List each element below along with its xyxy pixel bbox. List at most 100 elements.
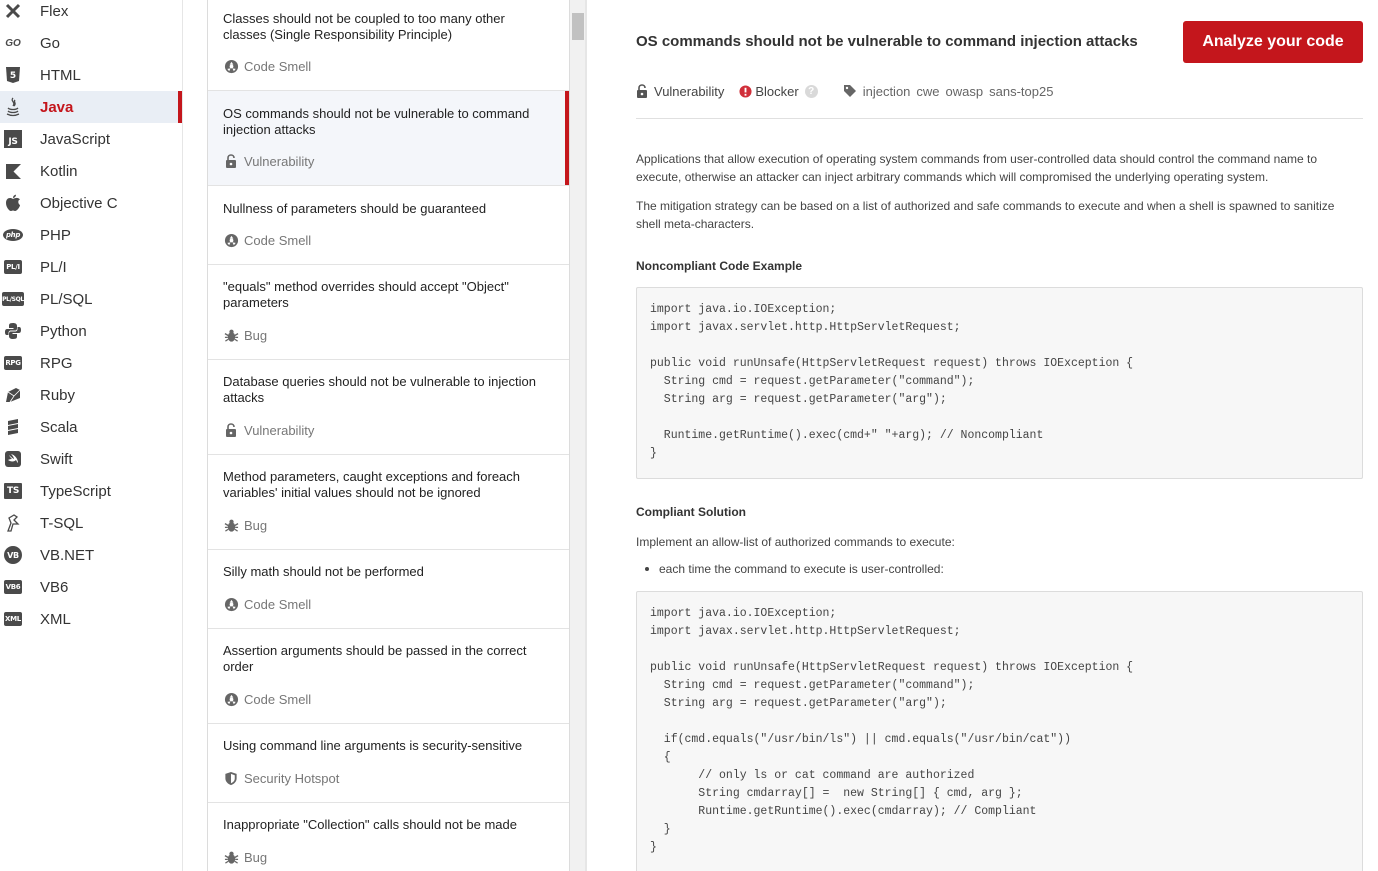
java-icon: [3, 97, 23, 117]
rule-title: Using command line arguments is security…: [223, 738, 523, 753]
javascript-icon: JS: [3, 129, 23, 149]
rule-title: Nullness of parameters should be guarant…: [223, 201, 487, 216]
tsql-icon: [3, 513, 23, 533]
rule-title: "equals" method overrides should accept …: [223, 279, 509, 310]
sidebar-item-php[interactable]: php PHP: [0, 219, 182, 251]
rule-list-scrollbar[interactable]: [570, 0, 586, 871]
rule-type-label: Security Hotspot: [244, 770, 340, 786]
rule-type-chip: Vulnerability: [636, 84, 724, 99]
rule-type-label: Bug: [244, 327, 268, 343]
rule-list-item[interactable]: Using command line arguments is security…: [208, 724, 569, 803]
sidebar-item-label: Swift: [40, 450, 73, 468]
ruby-icon: [3, 385, 23, 405]
sidebar-item-pli[interactable]: PL/I PL/I: [0, 251, 182, 283]
tag-owasp[interactable]: owasp: [946, 84, 984, 99]
tag-icon: [843, 85, 856, 97]
rule-list-item[interactable]: Classes should not be coupled to too man…: [208, 0, 569, 91]
sidebar-item-flex[interactable]: Flex: [0, 0, 182, 27]
rule-type: Bug: [223, 848, 267, 866]
rule-type-label: Vulnerability: [654, 83, 725, 99]
sidebar-item-label: Scala: [40, 418, 78, 436]
sidebar-item-plsql[interactable]: PL/SQL PL/SQL: [0, 283, 182, 315]
vbnet-icon: VB: [3, 545, 23, 565]
scrollbar-thumb[interactable]: [572, 13, 584, 40]
sidebar-item-java[interactable]: Java: [0, 91, 182, 123]
sidebar-item-label: RPG: [40, 354, 73, 372]
rule-list-item[interactable]: Database queries should not be vulnerabl…: [208, 360, 569, 455]
typescript-icon: TS: [3, 481, 23, 501]
bug-icon: [223, 849, 239, 865]
divider: [636, 118, 1363, 119]
sidebar-item-rpg[interactable]: RPG RPG: [0, 347, 182, 379]
rule-type-label: Vulnerability: [244, 153, 315, 169]
sidebar-item-python[interactable]: Python: [0, 315, 182, 347]
severity-chip: Blocker ?: [739, 84, 818, 99]
vb6-icon: VB6: [3, 577, 23, 597]
bug-icon: [223, 327, 239, 343]
sidebar-item-label: XML: [40, 610, 71, 628]
compliant-code-block: import java.io.IOException; import javax…: [636, 591, 1363, 871]
sidebar-item-label: Ruby: [40, 386, 76, 404]
rule-type-label: Vulnerability: [244, 422, 315, 438]
html5-icon: 5: [3, 65, 23, 85]
sidebar-item-typescript[interactable]: TS TypeScript: [0, 475, 182, 507]
analyze-your-code-button[interactable]: Analyze your code: [1183, 21, 1363, 63]
rule-list-item[interactable]: Method parameters, caught exceptions and…: [208, 455, 569, 550]
xml-icon: XML: [3, 609, 23, 629]
sidebar-item-kotlin[interactable]: Kotlin: [0, 155, 182, 187]
rule-type-label: Code Smell: [244, 232, 312, 248]
sidebar-item-javascript[interactable]: JS JavaScript: [0, 123, 182, 155]
sidebar-item-label: Java: [40, 98, 74, 116]
sidebar-item-ruby[interactable]: Ruby: [0, 379, 182, 411]
rpg-icon: RPG: [3, 353, 23, 373]
sidebar-item-xml[interactable]: XML XML: [0, 603, 182, 635]
sidebar-item-label: PL/SQL: [40, 290, 93, 308]
lock-icon: [637, 83, 647, 98]
pli-icon: PL/I: [3, 257, 23, 277]
rule-type-label: Bug: [244, 517, 268, 533]
sidebar-item-objective-c[interactable]: Objective C: [0, 187, 182, 219]
rule-meta-row: Vulnerability Blocker ? injection cwe ow…: [636, 82, 1074, 100]
language-sidebar: Flex GO Go 5 HTML Java JS JavaScript Kot…: [0, 0, 183, 871]
rule-type: Code Smell: [223, 595, 311, 613]
rule-list-item[interactable]: Assertion arguments should be passed in …: [208, 629, 569, 724]
rule-detail-pane: OS commands should not be vulnerable to …: [586, 0, 1378, 871]
sidebar-item-go[interactable]: GO Go: [0, 27, 182, 59]
rule-type-label: Code Smell: [244, 596, 312, 612]
rule-type: Bug: [223, 326, 267, 344]
sidebar-item-html[interactable]: 5 HTML: [0, 59, 182, 91]
lock-icon: [223, 422, 239, 438]
blocker-icon: [739, 84, 752, 98]
sidebar-item-swift[interactable]: Swift: [0, 443, 182, 475]
rule-list: Classes should not be coupled to too man…: [207, 0, 570, 871]
code-smell-icon: [223, 232, 239, 248]
compliant-bullet: each time the command to execute is user…: [645, 562, 944, 576]
rule-type: Code Smell: [223, 690, 311, 708]
plsql-icon: PL/SQL: [2, 289, 24, 309]
sidebar-item-vbnet[interactable]: VB VB.NET: [0, 539, 182, 571]
rule-list-item[interactable]: Nullness of parameters should be guarant…: [208, 186, 569, 265]
rule-type: Vulnerability: [223, 152, 314, 170]
help-icon[interactable]: ?: [804, 84, 818, 98]
sidebar-item-label: Python: [40, 322, 87, 340]
code-smell-icon: [223, 58, 239, 74]
rule-title: Classes should not be coupled to too man…: [223, 11, 505, 42]
sidebar-item-label: TypeScript: [40, 482, 111, 500]
rule-type: Code Smell: [223, 231, 311, 249]
tag-sans-top25[interactable]: sans-top25: [989, 84, 1053, 99]
rule-title: Assertion arguments should be passed in …: [223, 643, 527, 674]
rule-list-item[interactable]: Silly math should not be performed Code …: [208, 550, 569, 629]
rule-title: Inappropriate "Collection" calls should …: [223, 817, 517, 832]
tag-injection[interactable]: injection: [863, 84, 911, 99]
sidebar-item-label: Objective C: [40, 194, 118, 212]
rule-list-item-active[interactable]: OS commands should not be vulnerable to …: [208, 91, 569, 186]
tag-cwe[interactable]: cwe: [916, 84, 939, 99]
sidebar-item-scala[interactable]: Scala: [0, 411, 182, 443]
rule-list-item[interactable]: "equals" method overrides should accept …: [208, 265, 569, 360]
rule-list-item[interactable]: Inappropriate "Collection" calls should …: [208, 803, 569, 871]
sidebar-item-vb6[interactable]: VB6 VB6: [0, 571, 182, 603]
code-smell-icon: [223, 596, 239, 612]
sidebar-item-tsql[interactable]: T-SQL: [0, 507, 182, 539]
rule-type-label: Bug: [244, 849, 268, 865]
sidebar-item-label: PHP: [40, 226, 71, 244]
